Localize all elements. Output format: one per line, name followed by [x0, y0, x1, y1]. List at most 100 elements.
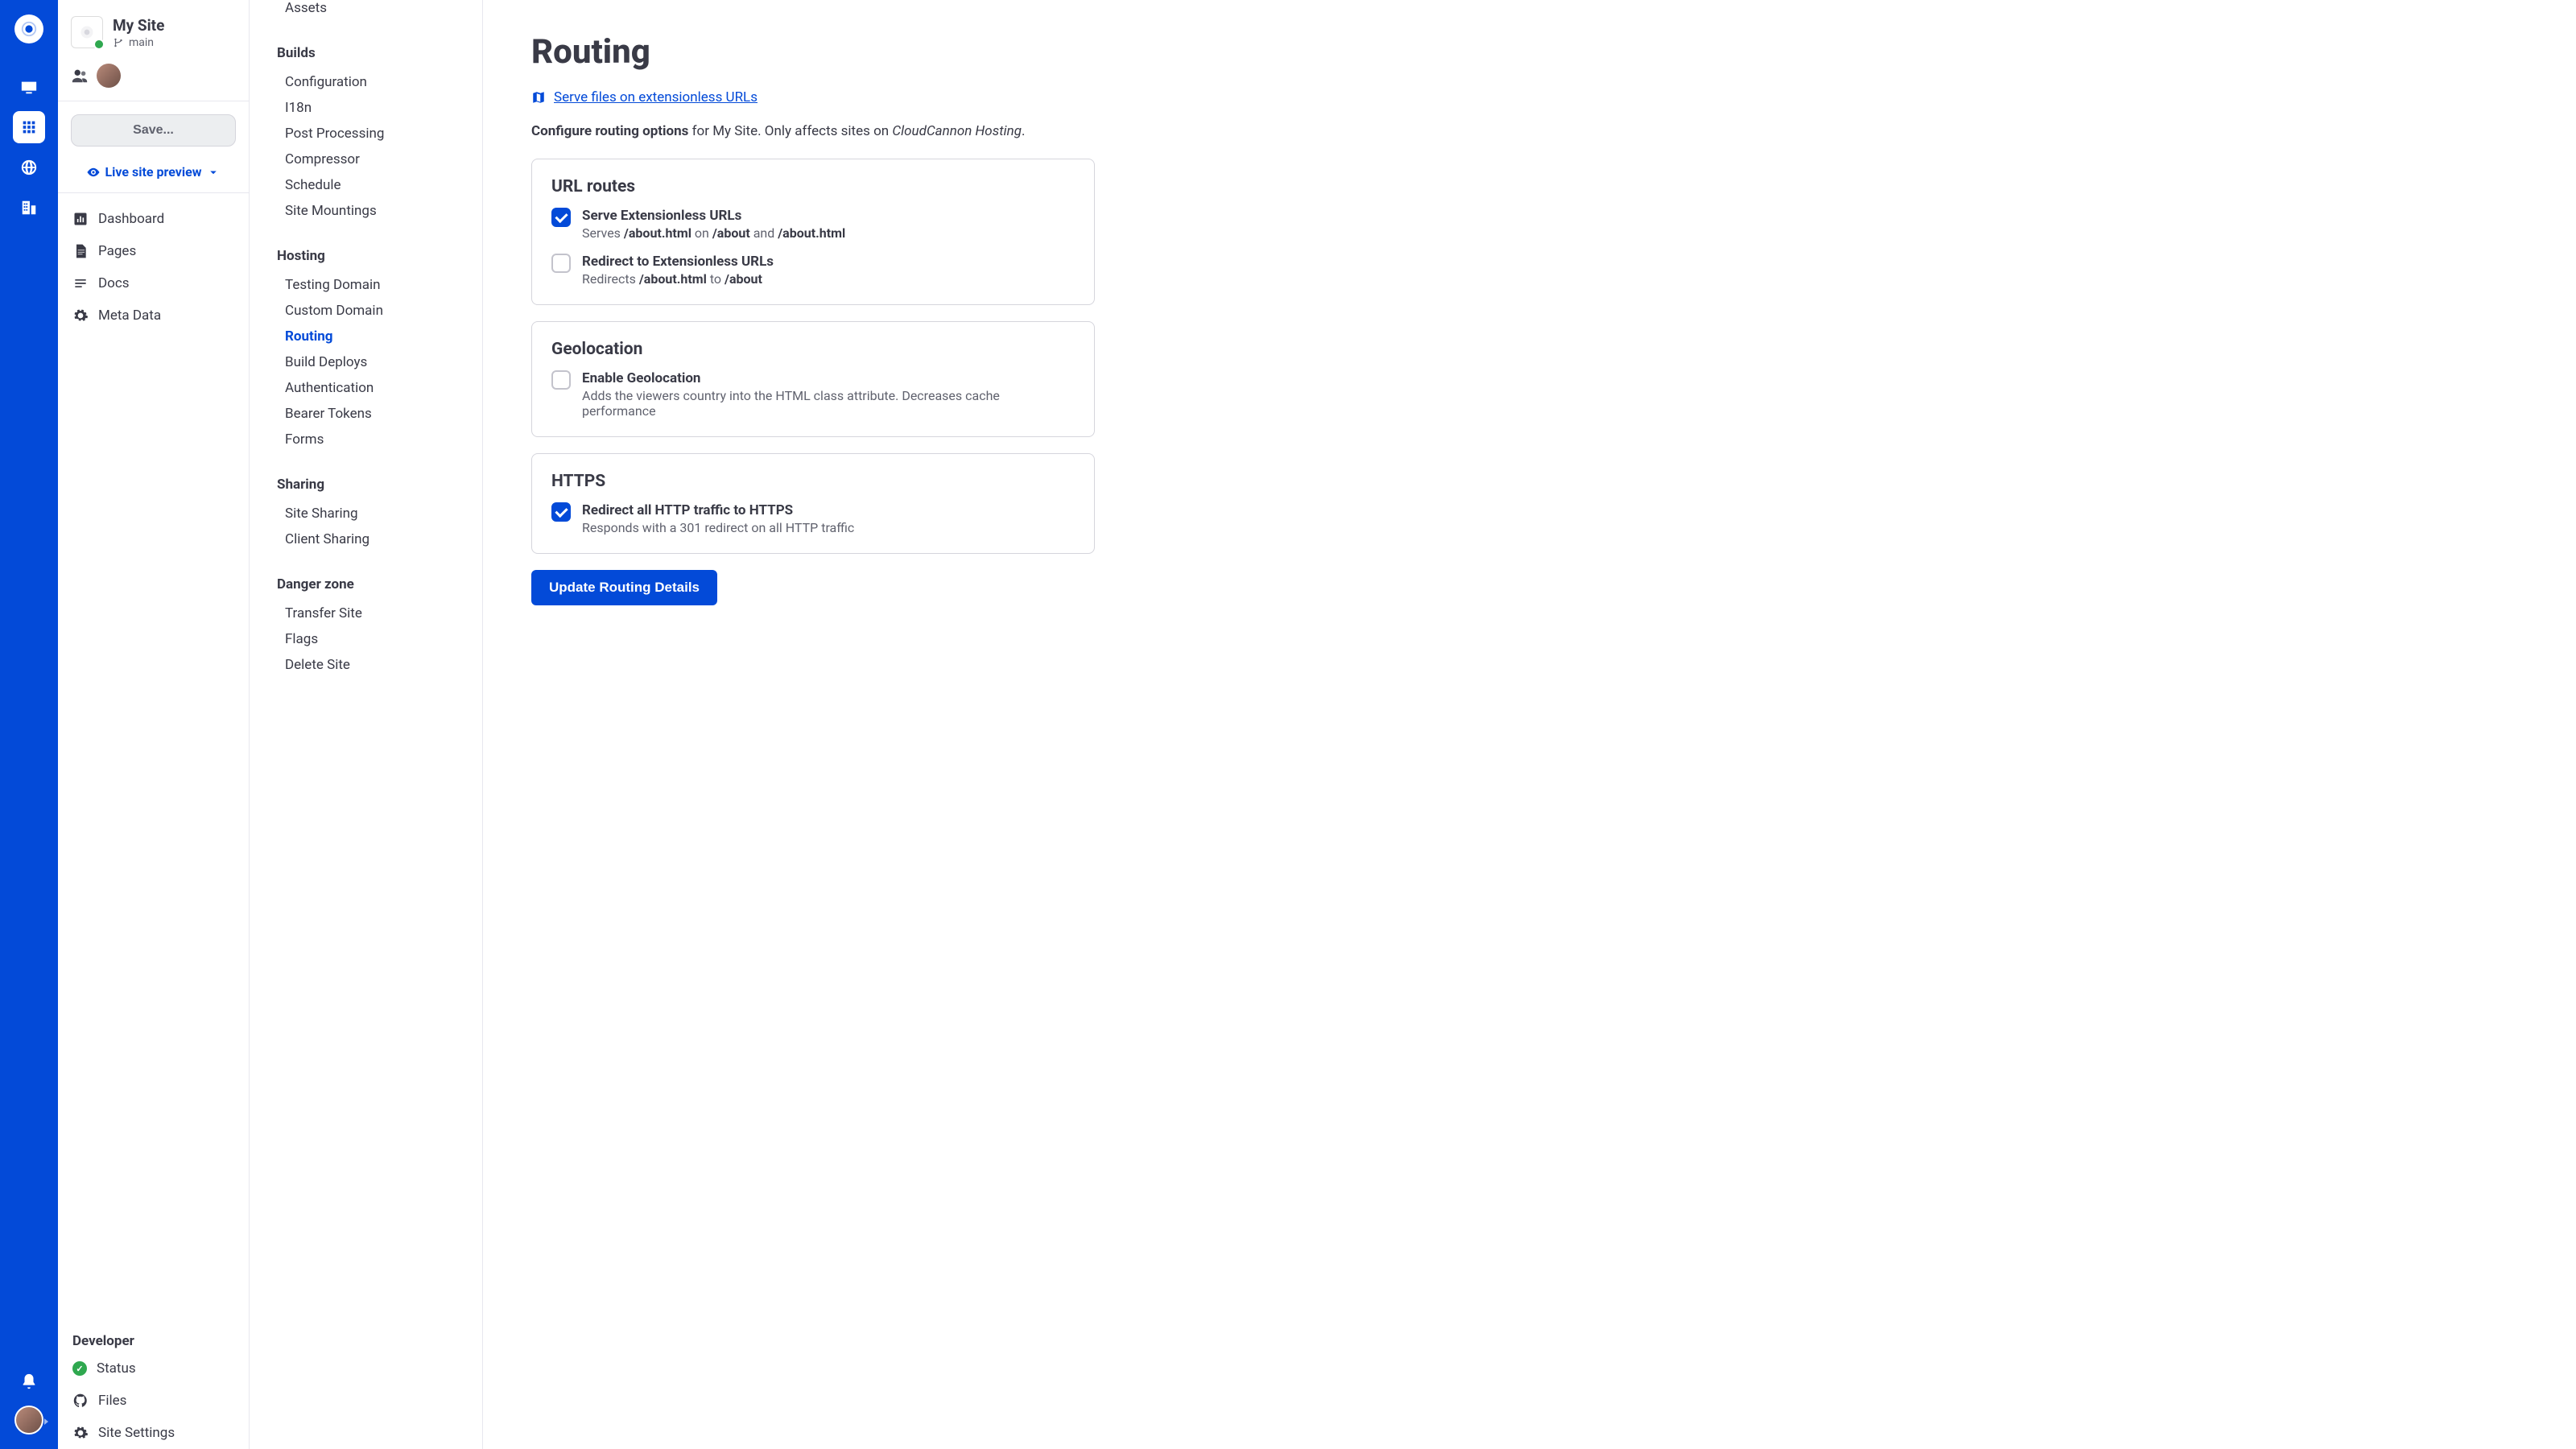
- nav-label: Dashboard: [98, 211, 164, 227]
- doc-link-row: Serve files on extensionless URLs: [531, 89, 2528, 105]
- status-ok-icon: [72, 1361, 87, 1376]
- doc-link[interactable]: Serve files on extensionless URLs: [554, 89, 758, 105]
- check-desc: Responds with a 301 redirect on all HTTP…: [582, 520, 854, 535]
- s2-routing[interactable]: Routing: [277, 324, 466, 349]
- s2-testing-domain[interactable]: Testing Domain: [277, 272, 466, 298]
- site-thumb: [71, 16, 103, 48]
- nav-site-settings[interactable]: Site Settings: [58, 1417, 249, 1449]
- docs-icon: [72, 275, 89, 291]
- s2-assets[interactable]: Assets: [277, 0, 466, 21]
- checkbox-redirect-extensionless[interactable]: [551, 254, 571, 273]
- gear-icon: [72, 308, 89, 324]
- s2-configuration[interactable]: Configuration: [277, 69, 466, 95]
- s2-danger-title: Danger zone: [277, 576, 466, 592]
- checkbox-enable-geolocation[interactable]: [551, 370, 571, 390]
- s2-post-processing[interactable]: Post Processing: [277, 121, 466, 147]
- s2-hosting-title: Hosting: [277, 248, 466, 264]
- s2-bearer-tokens[interactable]: Bearer Tokens: [277, 401, 466, 427]
- nav-metadata[interactable]: Meta Data: [58, 299, 249, 332]
- page-title: Routing: [531, 32, 2528, 72]
- site-name: My Site: [113, 16, 164, 35]
- nav-label: Files: [98, 1393, 126, 1409]
- gear-icon: [72, 1425, 89, 1441]
- card-title: Geolocation: [551, 340, 1075, 359]
- s2-sharing-title: Sharing: [277, 477, 466, 493]
- status-dot-icon: [93, 39, 105, 50]
- nav-section-developer: Developer Status Files Site Settings: [58, 1325, 249, 1449]
- s2-flags[interactable]: Flags: [277, 626, 466, 652]
- card-https: HTTPS Redirect all HTTP traffic to HTTPS…: [531, 453, 1095, 554]
- s2-compressor[interactable]: Compressor: [277, 147, 466, 172]
- check-label: Redirect to Extensionless URLs: [582, 254, 774, 270]
- github-icon: [72, 1393, 89, 1409]
- iconbar-domains[interactable]: [13, 151, 45, 184]
- check-desc: Redirects /about.html to /about: [582, 271, 774, 287]
- check-label: Serve Extensionless URLs: [582, 208, 845, 224]
- check-label: Enable Geolocation: [582, 370, 1075, 386]
- iconbar-sites[interactable]: [13, 111, 45, 143]
- site-sidebar: My Site main Save... Live site preview D…: [58, 0, 250, 1449]
- nav-dashboard[interactable]: Dashboard: [58, 203, 249, 235]
- s2-client-sharing[interactable]: Client Sharing: [277, 526, 466, 552]
- site-branch: main: [113, 36, 164, 49]
- s2-builds-title: Builds: [277, 45, 466, 61]
- nav-label: Site Settings: [98, 1425, 175, 1441]
- live-preview-link[interactable]: Live site preview: [58, 159, 249, 192]
- s2-schedule[interactable]: Schedule: [277, 172, 466, 198]
- collab-avatar: [97, 64, 121, 88]
- settings-tree: Assets Builds Configuration I18n Post Pr…: [250, 0, 483, 1449]
- live-preview-label: Live site preview: [105, 164, 202, 180]
- collaborators[interactable]: [58, 62, 249, 101]
- branch-name: main: [129, 36, 154, 49]
- nav-files[interactable]: Files: [58, 1385, 249, 1417]
- nav-pages[interactable]: Pages: [58, 235, 249, 267]
- eye-icon: [86, 165, 101, 180]
- s2-forms[interactable]: Forms: [277, 427, 466, 452]
- checkbox-serve-extensionless[interactable]: [551, 208, 571, 227]
- nav-status[interactable]: Status: [58, 1352, 249, 1385]
- s2-delete-site[interactable]: Delete Site: [277, 652, 466, 678]
- people-icon: [71, 67, 89, 85]
- s2-build-deploys[interactable]: Build Deploys: [277, 349, 466, 375]
- update-routing-button[interactable]: Update Routing Details: [531, 570, 717, 605]
- save-button[interactable]: Save...: [71, 114, 236, 147]
- nav-label: Pages: [98, 243, 136, 259]
- page-icon: [72, 243, 89, 259]
- check-desc: Serves /about.html on /about and /about.…: [582, 225, 845, 241]
- iconbar-user-avatar[interactable]: [14, 1406, 43, 1435]
- iconbar-projects[interactable]: [13, 71, 45, 103]
- s2-authentication[interactable]: Authentication: [277, 375, 466, 401]
- check-label: Redirect all HTTP traffic to HTTPS: [582, 502, 854, 518]
- subtitle-italic: CloudCannon Hosting: [892, 123, 1022, 139]
- nav-label: Docs: [98, 275, 130, 291]
- nav-label: Status: [97, 1360, 136, 1377]
- developer-header: Developer: [58, 1325, 249, 1352]
- s2-custom-domain[interactable]: Custom Domain: [277, 298, 466, 324]
- page-subtitle: Configure routing options for My Site. O…: [531, 123, 2528, 139]
- subtitle-mid: for My Site. Only affects sites on: [688, 123, 892, 139]
- iconbar-notifications[interactable]: [13, 1365, 45, 1397]
- s2-site-mountings[interactable]: Site Mountings: [277, 198, 466, 224]
- main-content: Routing Serve files on extensionless URL…: [483, 0, 2576, 1449]
- card-geolocation: Geolocation Enable Geolocation Adds the …: [531, 321, 1095, 437]
- branch-icon: [113, 37, 124, 48]
- card-title: URL routes: [551, 177, 1075, 196]
- app-logo[interactable]: [14, 14, 43, 43]
- subtitle-bold: Configure routing options: [531, 123, 688, 139]
- map-icon: [531, 90, 546, 105]
- app-iconbar: [0, 0, 58, 1449]
- s2-site-sharing[interactable]: Site Sharing: [277, 501, 466, 526]
- checkbox-redirect-https[interactable]: [551, 502, 571, 522]
- dashboard-icon: [72, 211, 89, 227]
- chevron-down-icon: [206, 165, 221, 180]
- nav-label: Meta Data: [98, 308, 161, 324]
- s2-i18n[interactable]: I18n: [277, 95, 466, 121]
- nav-docs[interactable]: Docs: [58, 267, 249, 299]
- card-url-routes: URL routes Serve Extensionless URLs Serv…: [531, 159, 1095, 305]
- nav-section-main: Dashboard Pages Docs Meta Data: [58, 192, 249, 341]
- check-desc: Adds the viewers country into the HTML c…: [582, 388, 1075, 419]
- card-title: HTTPS: [551, 472, 1075, 491]
- iconbar-org[interactable]: [13, 192, 45, 224]
- subtitle-end: .: [1022, 123, 1025, 139]
- s2-transfer-site[interactable]: Transfer Site: [277, 601, 466, 626]
